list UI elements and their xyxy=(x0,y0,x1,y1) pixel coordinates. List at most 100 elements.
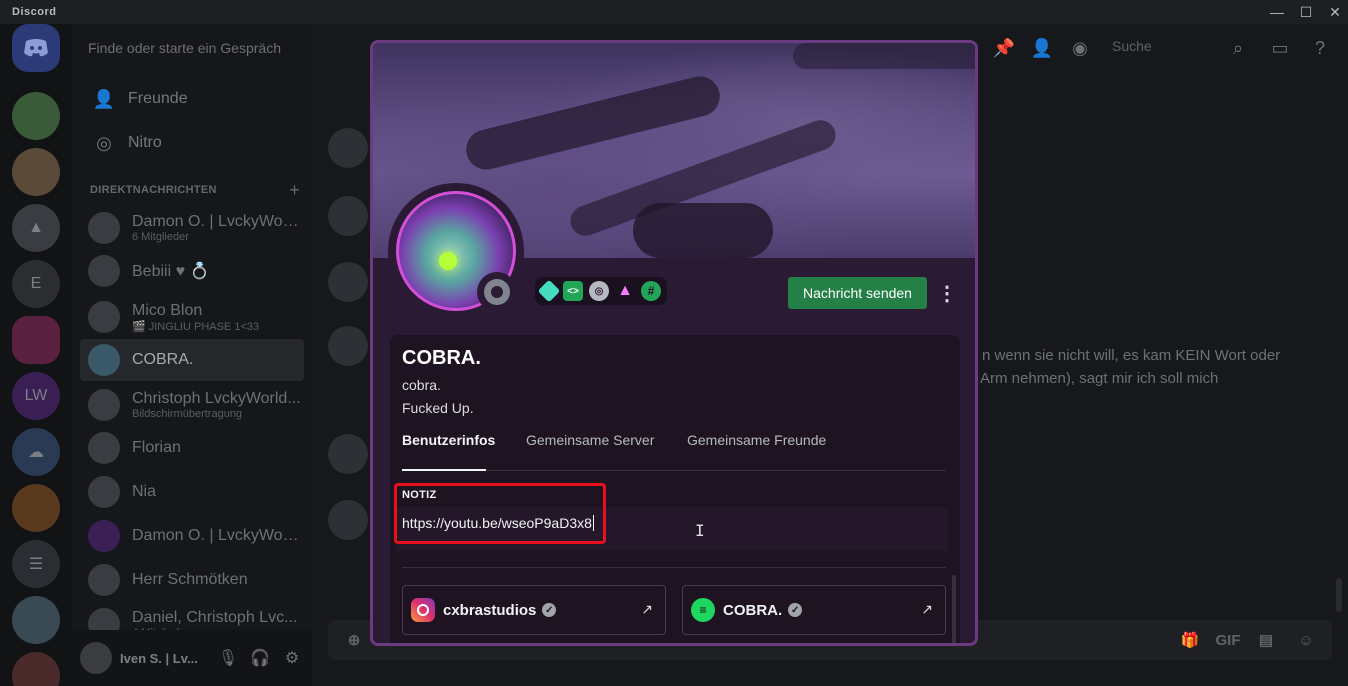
highlight-annotation xyxy=(394,483,606,544)
profile-card: COBRA. cobra. Fucked Up. Benutzerinfos G… xyxy=(390,335,960,643)
server-icon[interactable]: E xyxy=(12,260,60,308)
chat-scrollbar[interactable] xyxy=(1336,578,1342,612)
profile-avatar[interactable] xyxy=(388,183,524,319)
dm-subtitle: 6 Mitglieder xyxy=(132,231,189,243)
server-sidebar: ▲ E LW ☁ ☰ xyxy=(0,24,72,686)
dm-name: Herr Schmötken xyxy=(132,571,248,588)
microphone-icon[interactable]: 🎙 xyxy=(212,642,244,674)
avatar[interactable] xyxy=(328,196,368,236)
active-developer-icon[interactable]: <> xyxy=(563,281,583,301)
offline-status-icon xyxy=(484,279,510,305)
dm-item[interactable]: Mico Blon 🎬 JINGLIU PHASE 1<33 xyxy=(80,296,304,338)
help-icon[interactable]: ? xyxy=(1306,34,1334,62)
server-icon[interactable] xyxy=(12,484,60,532)
avatar xyxy=(88,564,120,596)
pin-icon[interactable]: 📌 xyxy=(990,34,1018,62)
minimize-button[interactable]: — xyxy=(1262,0,1292,24)
hypesquad-balance-icon[interactable] xyxy=(537,279,561,303)
tab-user-info[interactable]: Benutzerinfos xyxy=(402,431,495,471)
external-link-icon[interactable]: ↗ xyxy=(921,601,933,618)
hashtag-badge-icon[interactable]: # xyxy=(641,281,661,301)
dm-item[interactable]: Damon O. | LvckyWorl... xyxy=(80,515,304,557)
connection-spotify[interactable]: ≡ COBRA. ✓ ↗ xyxy=(682,585,946,635)
avatar[interactable] xyxy=(328,434,368,474)
dm-subtitle: Bildschirmübertragung xyxy=(132,408,243,420)
dm-panel: Finde oder starte ein Gespräch 👤 Freunde… xyxy=(72,24,312,686)
connection-name: COBRA. xyxy=(723,601,783,619)
inbox-icon[interactable]: ▭ xyxy=(1266,34,1294,62)
server-icon[interactable]: ☰ xyxy=(12,540,60,588)
external-link-icon[interactable]: ↗ xyxy=(641,601,653,618)
avatar[interactable] xyxy=(328,500,368,540)
app-name: Discord xyxy=(12,6,57,18)
dm-item[interactable]: Florian xyxy=(80,427,304,469)
dm-item[interactable]: Damon O. | LvckyWorld... 6 Mitglieder xyxy=(80,207,304,249)
add-dm-button[interactable]: + xyxy=(289,180,300,201)
nav-nitro[interactable]: ◎ Nitro xyxy=(80,123,304,163)
maximize-button[interactable]: ☐ xyxy=(1291,0,1321,24)
custom-status: Fucked Up. xyxy=(402,400,474,416)
settings-gear-icon[interactable]: ⚙ xyxy=(276,642,308,674)
user-panel: Iven S. | Lv... 🎙 🎧 ⚙ xyxy=(72,630,312,686)
username: cobra. xyxy=(402,377,441,393)
user-name[interactable]: Iven S. | Lv... xyxy=(120,651,212,666)
server-icon[interactable]: ☁ xyxy=(12,428,60,476)
server-icon[interactable]: ▲ xyxy=(12,204,60,252)
nitro-boost-icon[interactable]: ◎ xyxy=(589,281,609,301)
dm-name: COBRA. xyxy=(132,351,194,368)
server-icon[interactable] xyxy=(12,316,60,364)
gif-icon[interactable]: GIF xyxy=(1216,628,1241,652)
avatar[interactable] xyxy=(328,326,368,366)
dm-item[interactable]: Christoph LvckyWorld... Bildschirmübertra… xyxy=(80,384,304,426)
card-scrollbar[interactable] xyxy=(952,575,956,643)
instagram-icon xyxy=(411,598,435,622)
avatar[interactable] xyxy=(328,262,368,302)
add-attachment-icon[interactable]: ⊕ xyxy=(342,628,366,652)
connection-instagram[interactable]: cxbrastudios ✓ ↗ xyxy=(402,585,666,635)
dm-item[interactable]: Herr Schmötken xyxy=(80,559,304,601)
dm-name: Florian xyxy=(132,439,181,456)
dm-item[interactable]: Nia xyxy=(80,471,304,513)
tab-mutual-servers[interactable]: Gemeinsame Server xyxy=(526,431,654,471)
triangle-badge-icon[interactable]: ▲ xyxy=(615,281,635,301)
tab-mutual-friends[interactable]: Gemeinsame Freunde xyxy=(687,431,826,471)
dm-item[interactable]: Bebiii ♥ 💍 xyxy=(80,250,304,292)
server-icon[interactable] xyxy=(12,652,60,686)
nav-label: Nitro xyxy=(128,134,162,151)
gift-icon[interactable]: 🎁 xyxy=(1178,628,1202,652)
message-text: n wenn sie nicht will, es kam KEIN Wort … xyxy=(982,347,1281,364)
dm-header-label: DIREKTNACHRICHTEN xyxy=(90,184,217,196)
close-button[interactable]: ✕ xyxy=(1320,0,1348,24)
avatar xyxy=(88,432,120,464)
dm-search-input[interactable]: Finde oder starte ein Gespräch xyxy=(82,34,302,62)
nav-label: Freunde xyxy=(128,90,188,107)
dm-subtitle: 🎬 JINGLIU PHASE 1<33 xyxy=(132,320,260,333)
server-icon[interactable] xyxy=(12,92,60,140)
avatar[interactable] xyxy=(328,128,368,168)
sticker-icon[interactable]: ▤ xyxy=(1254,628,1278,652)
avatar[interactable] xyxy=(80,642,112,674)
home-button[interactable] xyxy=(12,24,60,72)
window-titlebar: Discord — ☐ ✕ xyxy=(0,0,1348,24)
profile-tabs: Benutzerinfos Gemeinsame Server Gemeinsa… xyxy=(402,431,946,471)
message-text: Arm nehmen), sagt mir ich soll mich xyxy=(980,370,1219,387)
dm-name: Mico Blon xyxy=(132,301,203,319)
server-icon[interactable] xyxy=(12,148,60,196)
spotify-icon: ≡ xyxy=(691,598,715,622)
add-friend-icon[interactable]: 👤 xyxy=(1028,34,1056,62)
headphones-icon[interactable]: 🎧 xyxy=(244,642,276,674)
emoji-icon[interactable]: ☺ xyxy=(1294,628,1318,652)
search-icon: ⌕ xyxy=(1232,37,1244,58)
server-icon[interactable] xyxy=(12,596,60,644)
avatar xyxy=(88,255,120,287)
send-message-button[interactable]: Nachricht senden xyxy=(788,277,927,309)
more-options-icon[interactable]: ⋮ xyxy=(937,279,957,307)
dm-name: Damon O. | LvckyWorld... xyxy=(132,213,302,230)
dm-item-active[interactable]: COBRA. xyxy=(80,339,304,381)
nav-friends[interactable]: 👤 Freunde xyxy=(80,79,304,119)
avatar xyxy=(88,520,120,552)
avatar xyxy=(88,389,120,421)
profile-icon[interactable]: ◉ xyxy=(1066,34,1094,62)
server-icon[interactable]: LW xyxy=(12,372,60,420)
verified-icon: ✓ xyxy=(542,603,557,617)
